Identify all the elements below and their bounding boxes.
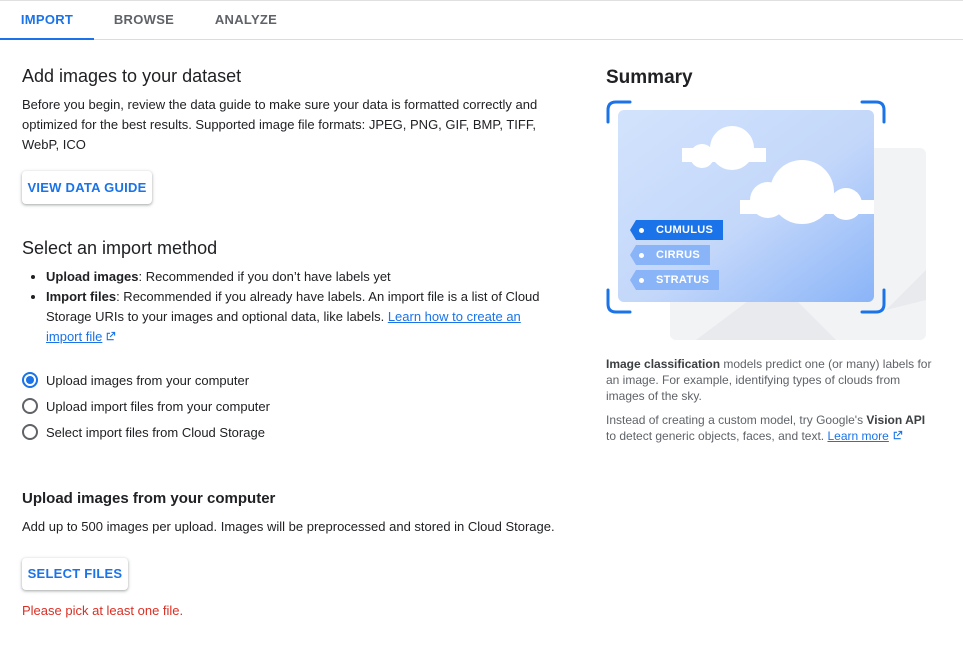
bullet-upload-bold: Upload images xyxy=(46,269,139,284)
radio-upload-images-label: Upload images from your computer xyxy=(46,372,250,388)
bullet-upload-text: : Recommended if you don’t have labels y… xyxy=(138,269,391,284)
tab-browse[interactable]: BROWSE xyxy=(98,3,190,39)
bullet-upload-images: Upload images: Recommended if you don’t … xyxy=(22,267,552,287)
error-message: Please pick at least one file. xyxy=(22,603,184,618)
bullet-import-files: Import files: Recommended if you already… xyxy=(22,287,552,347)
add-images-description: Before you begin, review the data guide … xyxy=(22,97,538,152)
summary-bold-2: Vision API xyxy=(866,413,926,427)
add-images-title: Add images to your dataset xyxy=(22,66,242,86)
radio-cloud-storage[interactable]: Select import files from Cloud Storage xyxy=(22,422,265,442)
tag-cirrus: CIRRUS xyxy=(630,245,710,265)
learn-more-link-text: Learn more xyxy=(827,429,889,443)
learn-more-link[interactable]: Learn more xyxy=(827,429,888,443)
summary-bold-1: Image classification xyxy=(606,357,721,371)
summary-illustration: CUMULUS CIRRUS STRATUS xyxy=(606,100,928,342)
open-in-new-icon xyxy=(107,331,116,341)
active-tab-indicator xyxy=(0,38,94,40)
radio-cloud-storage-label: Select import files from Cloud Storage xyxy=(46,424,265,440)
tag-stratus: STRATUS xyxy=(630,270,720,290)
upload-title: Upload images from your computer xyxy=(22,490,276,507)
upload-description: Add up to 500 images per upload. Images … xyxy=(22,519,555,534)
summary-text-2b: to detect generic objects, faces, and te… xyxy=(606,429,828,443)
tag-cirrus-label: CIRRUS xyxy=(656,249,700,261)
radio-checked-icon[interactable] xyxy=(22,372,38,388)
import-method-list: Upload images: Recommended if you don’t … xyxy=(22,267,552,347)
view-data-guide-button[interactable]: VIEW DATA GUIDE xyxy=(22,171,152,204)
summary-paragraph-1: Image classification models predict one … xyxy=(606,356,936,404)
summary-paragraph-2: Instead of creating a custom model, try … xyxy=(606,412,936,444)
tag-cumulus-label: CUMULUS xyxy=(656,224,714,236)
open-in-new-icon xyxy=(893,430,903,440)
radio-unchecked-icon[interactable] xyxy=(22,398,38,414)
summary-title: Summary xyxy=(606,67,693,88)
tag-cumulus: CUMULUS xyxy=(630,220,724,240)
radio-upload-import-files[interactable]: Upload import files from your computer xyxy=(22,396,270,416)
tab-analyze[interactable]: ANALYZE xyxy=(198,3,294,39)
bullet-import-bold: Import files xyxy=(46,289,117,304)
tag-stratus-label: STRATUS xyxy=(656,274,710,286)
summary-text-2a: Instead of creating a custom model, try … xyxy=(606,413,867,427)
tab-import[interactable]: IMPORT xyxy=(0,3,94,39)
import-method-title: Select an import method xyxy=(22,238,218,258)
tab-bar: IMPORT BROWSE ANALYZE xyxy=(0,3,963,40)
radio-unchecked-icon[interactable] xyxy=(22,424,38,440)
radio-upload-images[interactable]: Upload images from your computer xyxy=(22,370,249,390)
select-files-button[interactable]: SELECT FILES xyxy=(22,558,128,590)
radio-upload-import-files-label: Upload import files from your computer xyxy=(46,398,270,414)
